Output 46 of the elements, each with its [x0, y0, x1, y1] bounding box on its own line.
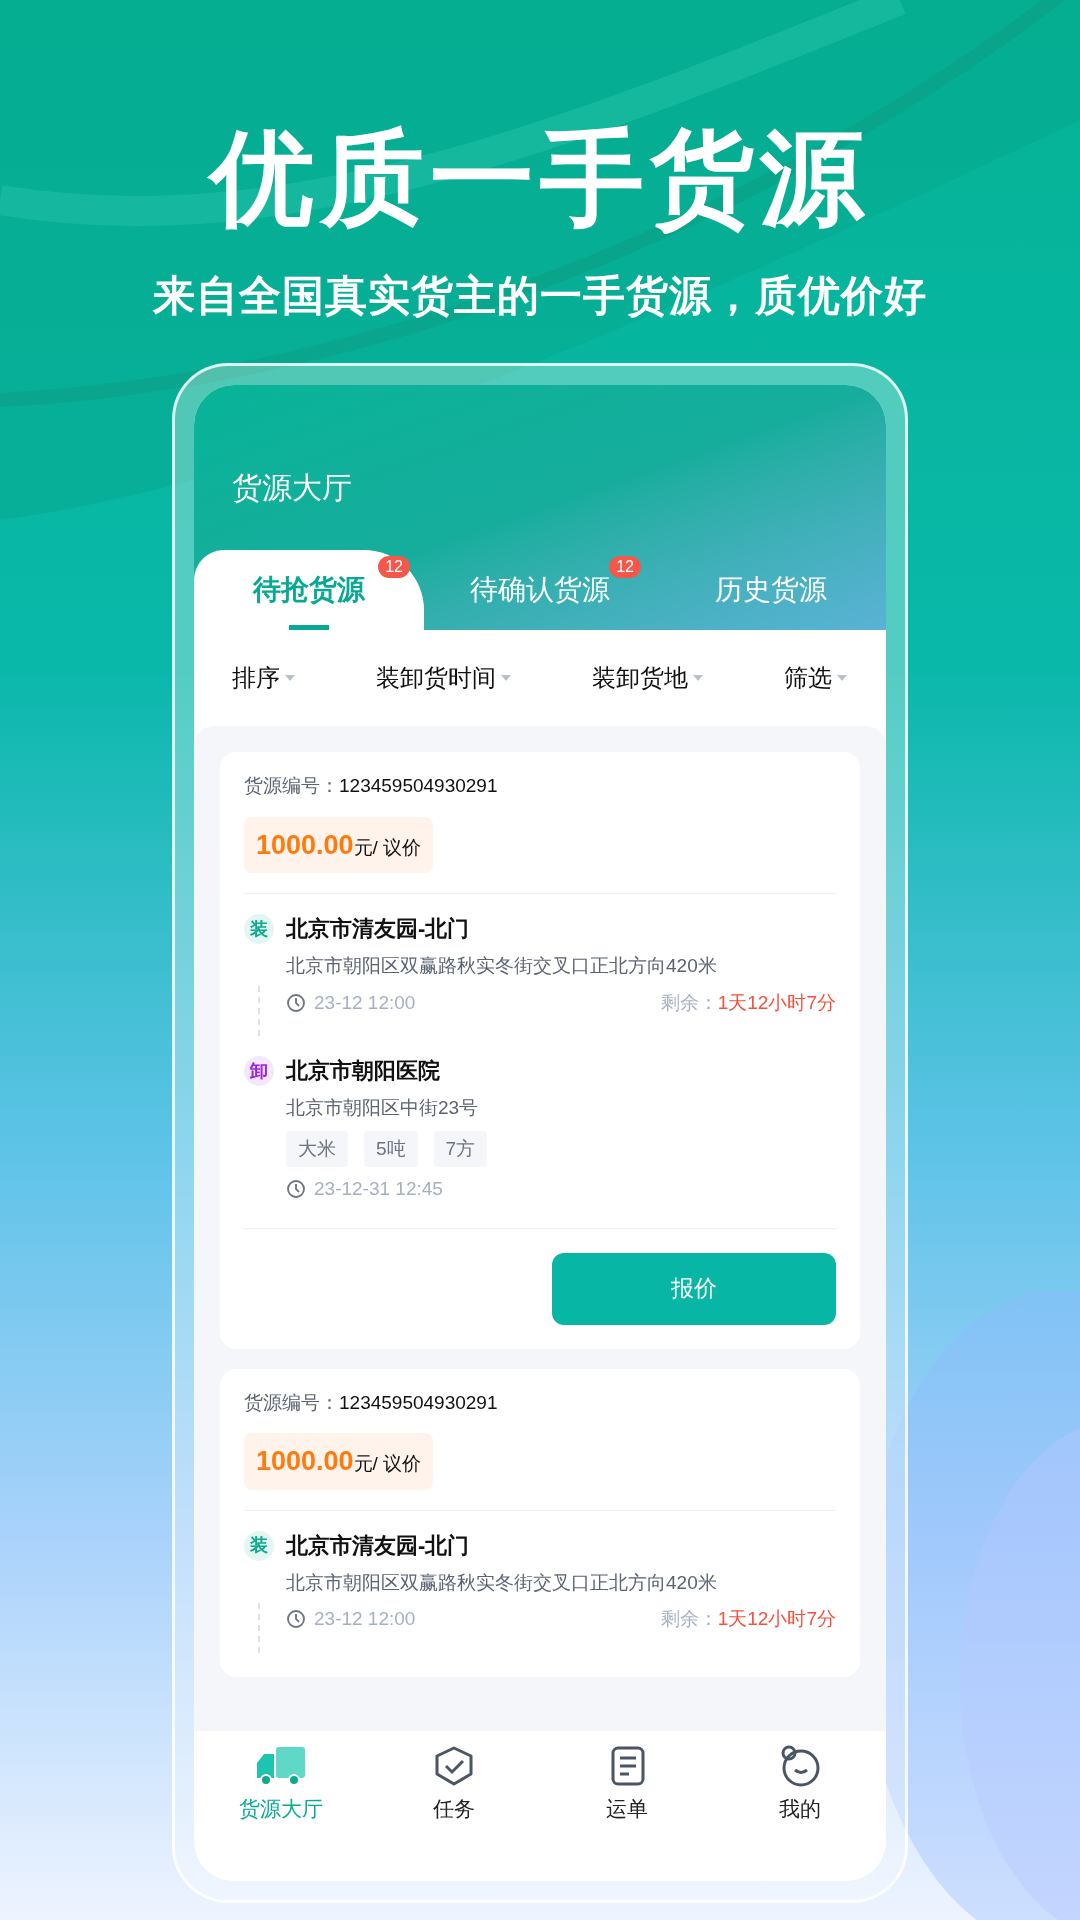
nav-tab[interactable]: 任务 — [367, 1743, 540, 1825]
remain-label: 剩余： — [660, 990, 718, 1015]
time-text: 23-12-31 12:45 — [314, 1177, 443, 1201]
unload-mark: 卸 — [244, 1056, 274, 1086]
load-mark: 装 — [244, 914, 274, 944]
price-unit: 元/ 议价 — [353, 1452, 422, 1476]
stop-name: 北京市朝阳医院 — [286, 1057, 441, 1085]
cargo-tag: 5吨 — [364, 1130, 418, 1167]
truck-icon — [254, 1745, 307, 1787]
load-mark: 装 — [244, 1530, 274, 1561]
cargo-tag: 7方 — [433, 1130, 488, 1167]
clock-icon — [286, 1179, 306, 1200]
price-unit: 元/ 议价 — [353, 835, 422, 860]
dropdown-caret-icon — [500, 674, 512, 682]
cargo-id: 123459504930291 — [339, 774, 498, 798]
dropdown-caret-icon — [692, 674, 704, 682]
price-amount: 1000.00 — [256, 1445, 354, 1478]
nav-tab[interactable]: 运单 — [540, 1743, 713, 1825]
screen-title: 货源大厅 — [232, 470, 353, 506]
time-text: 23-12 12:00 — [314, 1607, 416, 1631]
filter-dropdown[interactable]: 装卸货地 — [592, 660, 704, 696]
cargo-id: 123459504930291 — [339, 1390, 498, 1415]
stop-address: 北京市朝阳区中街23号 — [286, 1096, 480, 1120]
cargo-tag: 大米 — [286, 1130, 348, 1167]
count-badge: 12 — [378, 556, 410, 578]
subheadline: 来自全国真实货主的一手货源，质优价好 — [153, 271, 927, 321]
nav-tab[interactable]: 我的 — [713, 1743, 886, 1825]
remain-label: 剩余： — [660, 1607, 718, 1631]
cargo-id-label: 货源编号： — [244, 774, 339, 798]
price-amount: 1000.00 — [256, 828, 354, 862]
stop-name: 北京市清友园-北门 — [286, 1531, 471, 1560]
clock-icon — [286, 1609, 306, 1630]
dropdown-caret-icon — [284, 674, 296, 682]
dropdown-caret-icon — [836, 674, 848, 682]
filter-dropdown[interactable]: 筛选 — [784, 660, 848, 696]
filter-dropdown[interactable]: 装卸货时间 — [376, 660, 512, 696]
stop-name: 北京市清友园-北门 — [286, 915, 471, 943]
remain-time: 1天12小时7分 — [717, 1607, 836, 1631]
count-badge: 12 — [609, 556, 641, 578]
remain-time: 1天12小时7分 — [717, 990, 836, 1015]
filter-dropdown[interactable]: 排序 — [232, 660, 296, 696]
cargo-id-label: 货源编号： — [244, 1390, 339, 1415]
stop-address: 北京市朝阳区双赢路秋实冬街交叉口正北方向420米 — [286, 1570, 718, 1595]
clock-icon — [286, 992, 306, 1013]
time-text: 23-12 12:00 — [314, 990, 416, 1015]
stop-address: 北京市朝阳区双赢路秋实冬街交叉口正北方向420米 — [286, 954, 718, 978]
